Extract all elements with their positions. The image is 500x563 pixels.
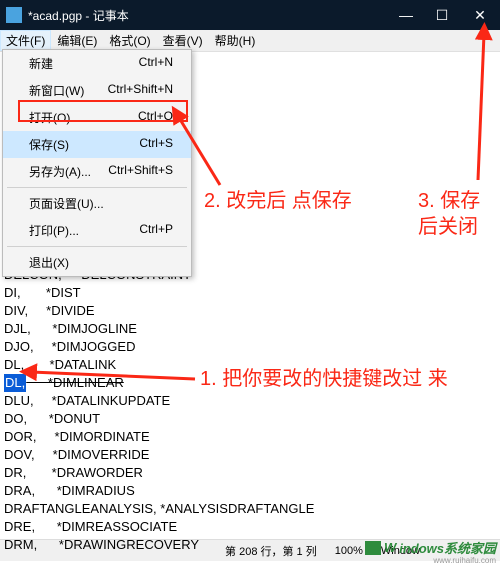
- menu-item-6[interactable]: 页面设置(U)...: [3, 190, 191, 217]
- annotation-highlight-save: [18, 100, 188, 122]
- menu-view[interactable]: 查看(V): [157, 30, 209, 51]
- window-controls: — ☐ ✕: [388, 0, 500, 30]
- titlebar: *acad.pgp - 记事本 — ☐ ✕: [0, 0, 500, 30]
- arrow-2-icon: [170, 110, 230, 190]
- menu-item-0[interactable]: 新建 Ctrl+N: [3, 50, 191, 77]
- text-line: DO, *DONUT: [4, 410, 314, 428]
- menu-separator: [7, 246, 187, 247]
- menu-separator: [7, 187, 187, 188]
- menu-format[interactable]: 格式(O): [103, 30, 156, 51]
- watermark-url: www.ruihaifu.com: [433, 556, 496, 563]
- menu-item-label: 页面设置(U)...: [29, 195, 104, 212]
- text-line: DR, *DRAWORDER: [4, 464, 314, 482]
- menu-item-9[interactable]: 退出(X): [3, 249, 191, 276]
- menu-item-label: 退出(X): [29, 254, 69, 271]
- windows-icon: [365, 541, 381, 555]
- text-line: DLU, *DATALINKUPDATE: [4, 392, 314, 410]
- menu-item-label: 另存为(A)...: [29, 163, 91, 180]
- minimize-button[interactable]: —: [388, 0, 424, 30]
- text-line: DIV, *DIVIDE: [4, 302, 314, 320]
- menu-item-label: 打印(P)...: [29, 222, 79, 239]
- annotation-1: 1. 把你要改的快捷键改过 来: [200, 366, 490, 392]
- arrow-1-icon: [25, 364, 195, 394]
- arrow-3-icon: [468, 28, 498, 183]
- text-selection: DL,: [4, 374, 26, 392]
- text-line: DRE, *DIMREASSOCIATE: [4, 518, 314, 536]
- text-line: DRA, *DIMRADIUS: [4, 482, 314, 500]
- text-line: DJO, *DIMJOGGED: [4, 338, 314, 356]
- menu-help[interactable]: 帮助(H): [209, 30, 262, 51]
- menu-item-3[interactable]: 保存(S) Ctrl+S: [3, 131, 191, 158]
- text-line: DJL, *DIMJOGLINE: [4, 320, 314, 338]
- menu-item-shortcut: Ctrl+P: [139, 222, 173, 239]
- annotation-2: 2. 改完后 点保存: [204, 188, 352, 214]
- text-line: DRM, *DRAWINGRECOVERY: [4, 536, 314, 554]
- text-line: DOR, *DIMORDINATE: [4, 428, 314, 446]
- menu-item-label: 保存(S): [29, 136, 69, 153]
- notepad-icon: [6, 7, 22, 23]
- menu-item-shortcut: Ctrl+Shift+S: [108, 163, 173, 180]
- menu-item-4[interactable]: 另存为(A)... Ctrl+Shift+S: [3, 158, 191, 185]
- menu-item-shortcut: Ctrl+N: [139, 55, 173, 72]
- menu-item-shortcut: Ctrl+S: [139, 136, 173, 153]
- status-zoom: 100%: [335, 545, 363, 557]
- text-line: DOV, *DIMOVERRIDE: [4, 446, 314, 464]
- menu-item-label: 新窗口(W): [29, 82, 84, 99]
- watermark-logo: Windows系统家园: [365, 538, 496, 557]
- annotation-3: 3. 保存 后关闭: [418, 188, 500, 240]
- maximize-button[interactable]: ☐: [424, 0, 460, 30]
- close-button[interactable]: ✕: [460, 0, 500, 30]
- text-line: DRAFTANGLEANALYSIS, *ANALYSISDRAFTANGLE: [4, 500, 314, 518]
- menu-item-7[interactable]: 打印(P)... Ctrl+P: [3, 217, 191, 244]
- menu-file[interactable]: 文件(F): [0, 30, 51, 51]
- file-dropdown: 新建Ctrl+N新窗口(W)Ctrl+Shift+N打开(O)...Ctrl+O…: [2, 49, 192, 277]
- window-title: *acad.pgp - 记事本: [28, 7, 388, 24]
- menu-item-label: 新建: [29, 55, 53, 72]
- menu-item-shortcut: Ctrl+Shift+N: [108, 82, 173, 99]
- text-line: DI, *DIST: [4, 284, 314, 302]
- menu-edit[interactable]: 编辑(E): [51, 30, 103, 51]
